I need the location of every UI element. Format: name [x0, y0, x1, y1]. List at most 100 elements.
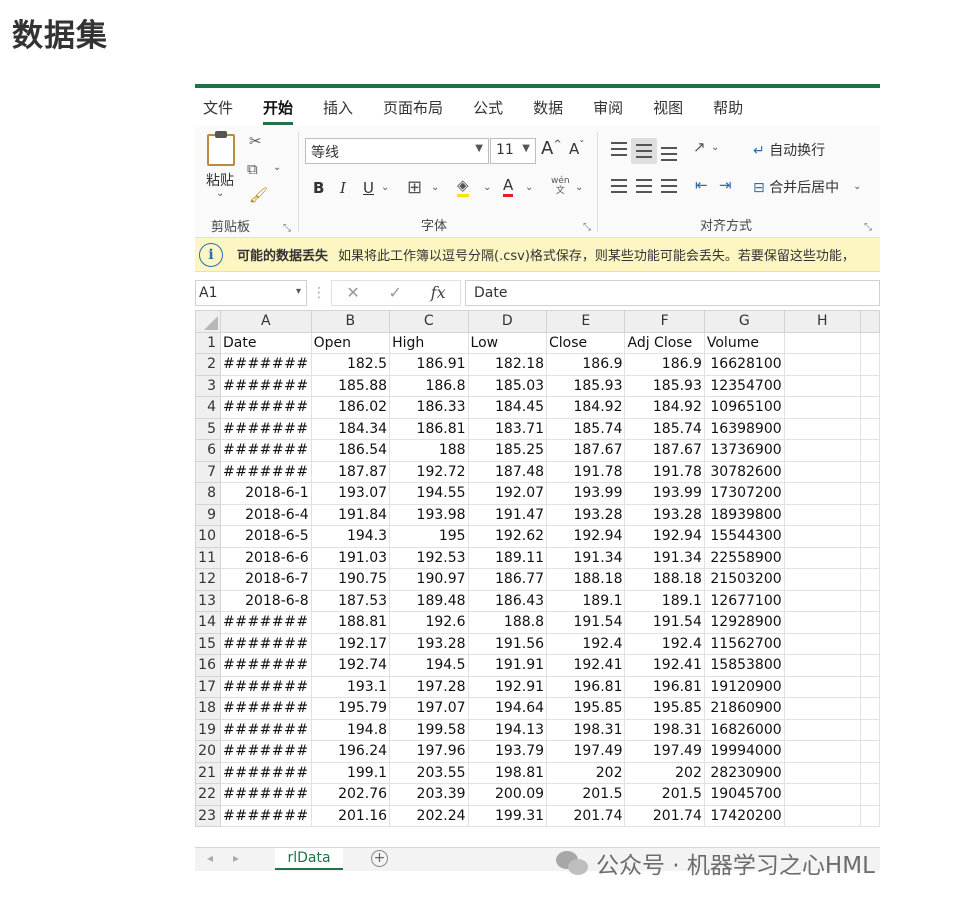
cell[interactable]: 186.9 [546, 353, 626, 376]
cell[interactable]: 187.53 [310, 589, 391, 612]
cell[interactable]: 2018-6-7 [219, 568, 312, 591]
name-box[interactable]: A1 ▾ [195, 279, 307, 306]
row-header[interactable]: 2 [195, 353, 221, 376]
chevron-down-icon[interactable]: ⌄ [853, 181, 861, 192]
cell[interactable]: 188.8 [467, 611, 548, 634]
cell[interactable]: 191.91 [467, 654, 548, 677]
cell[interactable] [783, 654, 861, 677]
orientation-icon[interactable]: ↗ [693, 138, 706, 156]
shrink-font-button[interactable]: Aˇ [569, 140, 584, 158]
decrease-indent-icon[interactable]: ⇤ [695, 176, 708, 194]
row-header[interactable]: 16 [195, 654, 221, 677]
cell[interactable] [783, 568, 861, 591]
cell[interactable]: 186.02 [310, 396, 391, 419]
tab-9[interactable]: 帮助 [713, 93, 743, 122]
cell[interactable]: 197.49 [546, 740, 626, 763]
cell[interactable]: 191.78 [624, 460, 705, 483]
cell[interactable]: 199.58 [389, 718, 469, 741]
prev-sheet-icon[interactable]: ◂ [207, 851, 213, 865]
cell[interactable]: 197.28 [389, 675, 469, 698]
format-painter-icon[interactable]: 🖌 [249, 186, 268, 204]
cell[interactable]: 192.17 [310, 632, 391, 655]
cell[interactable]: 193.1 [310, 675, 391, 698]
row-header[interactable]: 11 [195, 546, 221, 569]
cell[interactable]: ####### [219, 611, 312, 634]
cell[interactable]: 19120900 [703, 675, 785, 698]
add-sheet-icon[interactable]: + [371, 850, 388, 867]
cell[interactable]: 2018-6-1 [219, 482, 312, 505]
cell[interactable]: 201.16 [310, 804, 391, 827]
cell[interactable]: 189.48 [389, 589, 469, 612]
cell[interactable]: 16826000 [703, 718, 785, 741]
cell[interactable]: 194.55 [389, 482, 469, 505]
cell[interactable]: 184.92 [624, 396, 705, 419]
cell[interactable]: 192.07 [467, 482, 548, 505]
cell[interactable]: 185.93 [624, 374, 705, 397]
borders-icon[interactable]: ⊞ [407, 177, 422, 198]
column-header[interactable]: F [624, 310, 705, 333]
cell[interactable]: 190.97 [389, 568, 469, 591]
clipboard-launcher-icon[interactable]: ⤡ [283, 223, 291, 234]
row-header[interactable]: 15 [195, 632, 221, 655]
alignment-launcher-icon[interactable]: ⤡ [864, 222, 872, 233]
cell[interactable]: ####### [219, 740, 312, 763]
column-header[interactable]: C [389, 310, 469, 333]
cell[interactable]: 201.74 [546, 804, 626, 827]
cell[interactable]: 192.4 [624, 632, 705, 655]
cell[interactable]: 184.92 [546, 396, 626, 419]
cell[interactable]: 199.31 [467, 804, 548, 827]
wrap-text-button[interactable]: ↵ 自动换行 [753, 140, 825, 160]
cell[interactable]: Close [546, 331, 626, 354]
cell[interactable]: 188 [389, 439, 469, 462]
cell[interactable] [783, 353, 861, 376]
row-header[interactable]: 19 [195, 718, 221, 741]
cell[interactable]: 194.8 [310, 718, 391, 741]
cell[interactable]: 192.4 [546, 632, 626, 655]
cell[interactable]: 203.39 [389, 783, 469, 806]
cell[interactable]: 185.88 [310, 374, 391, 397]
cell[interactable]: 186.81 [389, 417, 469, 440]
cell[interactable]: 30782600 [703, 460, 785, 483]
cell[interactable]: 187.87 [310, 460, 391, 483]
cell[interactable]: 186.9 [624, 353, 705, 376]
cell[interactable]: 192.91 [467, 675, 548, 698]
cell[interactable]: 190.75 [310, 568, 391, 591]
cell[interactable] [783, 546, 861, 569]
sheet-tab[interactable]: rlData [275, 848, 343, 870]
cell[interactable] [783, 460, 861, 483]
paste-dropdown-icon[interactable]: ⌄ [216, 188, 224, 199]
row-header[interactable]: 21 [195, 761, 221, 784]
cell[interactable]: ####### [219, 697, 312, 720]
cell[interactable]: ####### [219, 632, 312, 655]
cell[interactable]: 191.54 [546, 611, 626, 634]
cell[interactable]: 193.99 [624, 482, 705, 505]
cell[interactable]: 185.03 [467, 374, 548, 397]
cell[interactable]: ####### [219, 761, 312, 784]
cell[interactable]: ####### [219, 353, 312, 376]
cell[interactable]: 15544300 [703, 525, 785, 548]
cell[interactable]: 187.48 [467, 460, 548, 483]
cell[interactable]: 192.41 [546, 654, 626, 677]
row-header[interactable]: 22 [195, 783, 221, 806]
cell[interactable]: 192.94 [624, 525, 705, 548]
grow-font-button[interactable]: A^ [541, 138, 562, 159]
cell[interactable]: 197.07 [389, 697, 469, 720]
cell[interactable]: 22558900 [703, 546, 785, 569]
cell[interactable]: 12677100 [703, 589, 785, 612]
cell[interactable]: 191.54 [624, 611, 705, 634]
cell[interactable]: 12354700 [703, 374, 785, 397]
cell[interactable]: ####### [219, 804, 312, 827]
cell[interactable]: 192.62 [467, 525, 548, 548]
phonetic-guide-icon[interactable]: wén 文 [551, 176, 570, 196]
cell[interactable]: 197.96 [389, 740, 469, 763]
chevron-down-icon[interactable]: ⌄ [575, 182, 583, 193]
tab-4[interactable]: 页面布局 [383, 93, 443, 122]
cell[interactable]: 182.5 [310, 353, 391, 376]
chevron-down-icon[interactable]: ⌄ [711, 142, 719, 153]
row-header[interactable]: 23 [195, 804, 221, 827]
cell[interactable]: 196.81 [624, 675, 705, 698]
column-header[interactable]: D [467, 310, 548, 333]
cell[interactable]: 192.41 [624, 654, 705, 677]
select-all-corner[interactable] [195, 310, 221, 333]
cell[interactable]: 198.31 [546, 718, 626, 741]
